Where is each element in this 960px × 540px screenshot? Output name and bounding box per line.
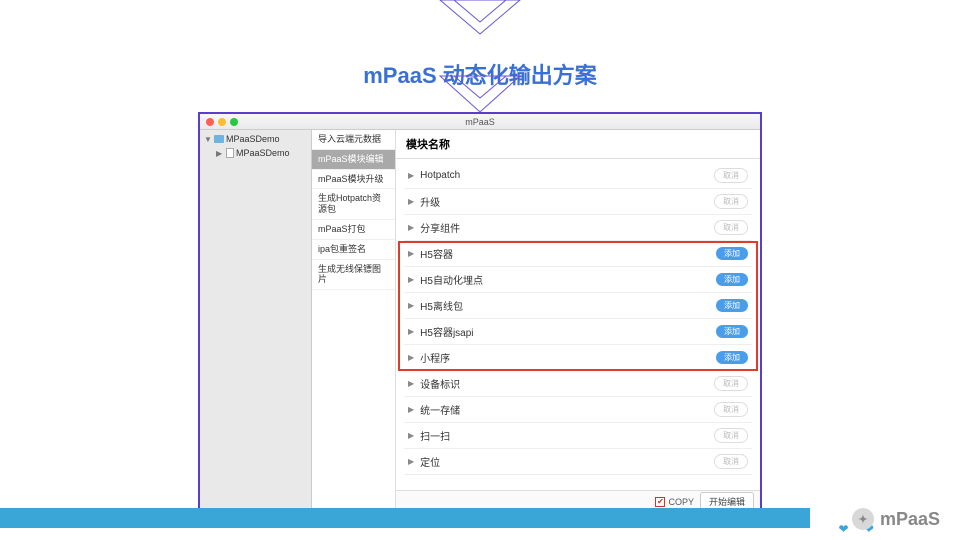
add-button[interactable]: 添加 (716, 325, 748, 338)
tree-root[interactable]: ▼ MPaaSDemo (200, 132, 311, 146)
module-label: 统一存储 (420, 402, 714, 417)
wechat-icon: ✦ (852, 508, 874, 530)
side-menu: 导入云端元数据mPaaS模块编辑mPaaS模块升级生成Hotpatch资源包mP… (312, 130, 396, 512)
folder-icon (214, 135, 224, 143)
menu-item[interactable]: 导入云端元数据 (312, 130, 395, 150)
module-row[interactable]: ▶ 统一存储取消 (404, 397, 752, 423)
caret-right-icon: ▶ (408, 249, 414, 258)
watermark: ✦ mPaaS (852, 508, 940, 530)
tree-child-label: MPaaSDemo (236, 148, 290, 158)
minimize-icon[interactable] (218, 118, 226, 126)
module-label: 扫一扫 (420, 428, 714, 443)
cancel-button[interactable]: 取消 (714, 454, 748, 469)
module-row[interactable]: ▶ 分享组件取消 (404, 215, 752, 241)
module-row[interactable]: ▶ 升级取消 (404, 189, 752, 215)
add-button[interactable]: 添加 (716, 351, 748, 364)
module-label: H5容器 (420, 246, 716, 261)
bottom-strip (0, 508, 810, 528)
module-label: 设备标识 (420, 376, 714, 391)
caret-right-icon: ▶ (408, 405, 414, 414)
module-row[interactable]: ▶ 定位取消 (404, 449, 752, 475)
menu-item[interactable]: 生成Hotpatch资源包 (312, 189, 395, 220)
module-label: Hotpatch (420, 170, 714, 181)
caret-right-icon: ▶ (408, 171, 414, 180)
window-title: mPaaS (465, 117, 495, 127)
project-tree[interactable]: ▼ MPaaSDemo ▶ MPaaSDemo (200, 130, 312, 512)
module-label: H5自动化埋点 (420, 272, 716, 287)
app-window: mPaaS ▼ MPaaSDemo ▶ MPaaSDemo 导入云端元数据mPa… (198, 112, 762, 514)
copy-checkbox[interactable]: ✔ COPY (655, 497, 694, 507)
cancel-button[interactable]: 取消 (714, 376, 748, 391)
menu-item[interactable]: ipa包重签名 (312, 240, 395, 260)
menu-item[interactable]: mPaaS打包 (312, 220, 395, 240)
close-icon[interactable] (206, 118, 214, 126)
module-row[interactable]: ▶ H5容器添加 (404, 241, 752, 267)
zoom-icon[interactable] (230, 118, 238, 126)
traffic-lights[interactable] (206, 118, 238, 126)
module-row[interactable]: ▶ 设备标识取消 (404, 371, 752, 397)
add-button[interactable]: 添加 (716, 273, 748, 286)
caret-right-icon: ▶ (408, 301, 414, 310)
cancel-button[interactable]: 取消 (714, 168, 748, 183)
module-list: ▶Hotpatch取消▶升级取消▶分享组件取消▶H5容器添加▶H5自动化埋点添加… (396, 159, 760, 490)
decor-chevron-bottom (420, 70, 540, 114)
caret-right-icon: ▶ (408, 431, 414, 440)
menu-item[interactable]: 生成无线保镖图片 (312, 260, 395, 291)
module-row[interactable]: ▶ 扫一扫取消 (404, 423, 752, 449)
add-button[interactable]: 添加 (716, 299, 748, 312)
cancel-button[interactable]: 取消 (714, 194, 748, 209)
menu-item[interactable]: mPaaS模块升级 (312, 170, 395, 190)
slide-title: mPaaS 动态化输出方案 (0, 0, 960, 90)
disclosure-triangle-icon[interactable]: ▼ (204, 135, 212, 144)
module-row[interactable]: ▶ H5自动化埋点添加 (404, 267, 752, 293)
module-label: H5离线包 (420, 298, 716, 313)
tree-child[interactable]: ▶ MPaaSDemo (200, 146, 311, 160)
module-label: 小程序 (420, 350, 716, 365)
cancel-button[interactable]: 取消 (714, 428, 748, 443)
caret-right-icon: ▶ (408, 327, 414, 336)
caret-right-icon: ▶ (408, 197, 414, 206)
module-row[interactable]: ▶ H5离线包添加 (404, 293, 752, 319)
menu-item[interactable]: mPaaS模块编辑 (312, 150, 395, 170)
caret-right-icon: ▶ (408, 223, 414, 232)
caret-right-icon: ▶ (408, 275, 414, 284)
module-row[interactable]: ▶ H5容器jsapi添加 (404, 319, 752, 345)
copy-label: COPY (668, 497, 694, 507)
decor-chevron-top (420, 0, 540, 44)
module-label: 定位 (420, 454, 714, 469)
file-icon (226, 148, 234, 158)
titlebar: mPaaS (200, 114, 760, 130)
checkmark-icon: ✔ (655, 497, 665, 507)
module-row[interactable]: ▶ 小程序添加 (404, 345, 752, 371)
caret-right-icon: ▶ (408, 457, 414, 466)
module-row[interactable]: ▶ Hotpatch取消 (404, 163, 752, 189)
content-header: 模块名称 (396, 130, 760, 159)
module-label: 分享组件 (420, 220, 714, 235)
cancel-button[interactable]: 取消 (714, 402, 748, 417)
watermark-text: mPaaS (880, 509, 940, 530)
caret-right-icon: ▶ (408, 353, 414, 362)
caret-right-icon: ▶ (408, 379, 414, 388)
content-panel: 模块名称 ▶Hotpatch取消▶升级取消▶分享组件取消▶H5容器添加▶H5自动… (396, 130, 760, 512)
add-button[interactable]: 添加 (716, 247, 748, 260)
module-label: H5容器jsapi (420, 324, 716, 339)
tree-root-label: MPaaSDemo (226, 134, 280, 144)
cancel-button[interactable]: 取消 (714, 220, 748, 235)
disclosure-triangle-icon[interactable]: ▶ (216, 149, 224, 158)
module-label: 升级 (420, 194, 714, 209)
